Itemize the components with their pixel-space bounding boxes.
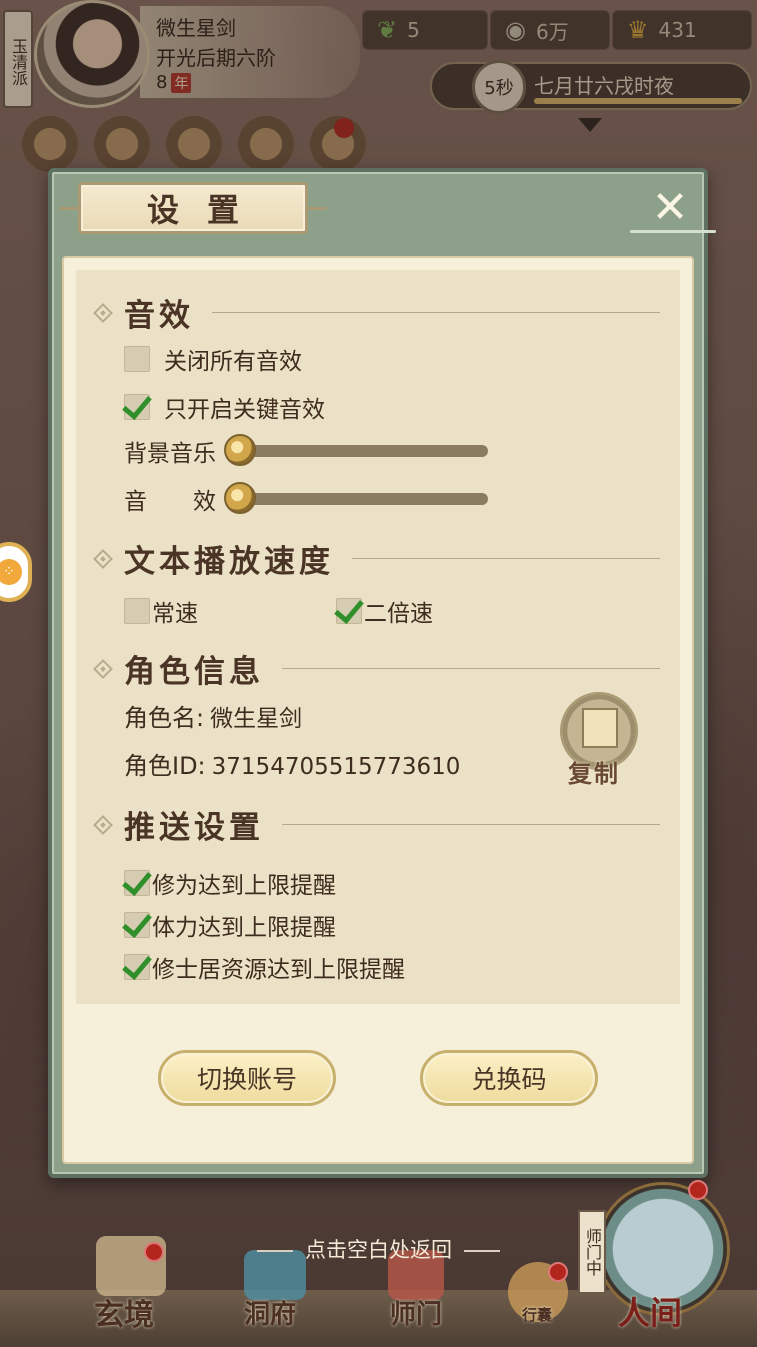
section-sound-header: 音效 bbox=[90, 290, 660, 335]
option-label: 体力达到上限提醒 bbox=[152, 915, 336, 941]
nav-xingnang[interactable]: 行囊 bbox=[522, 1304, 552, 1325]
option-label: 二倍速 bbox=[364, 601, 433, 627]
section-push-header: 推送设置 bbox=[90, 802, 660, 847]
redeem-code-button[interactable]: 兑换码 bbox=[420, 1050, 598, 1106]
close-decoration bbox=[630, 230, 716, 233]
close-button[interactable]: ✕ bbox=[644, 182, 696, 234]
hint-line-left bbox=[257, 1250, 293, 1252]
gamepad-icon: ⁘ bbox=[0, 559, 22, 585]
hint-text: 点击空白处返回 bbox=[305, 1238, 452, 1262]
close-icon: ✕ bbox=[651, 182, 689, 233]
slider-label: 背景音乐 bbox=[124, 441, 216, 467]
notification-dot bbox=[548, 1262, 568, 1282]
option-stamina-cap-reminder[interactable]: 体力达到上限提醒 bbox=[124, 908, 336, 942]
checkbox-checked[interactable] bbox=[124, 912, 150, 938]
sfx-slider[interactable] bbox=[224, 482, 488, 514]
copy-icon bbox=[582, 708, 618, 748]
section-title: 角色信息 bbox=[124, 654, 264, 690]
section-title: 音效 bbox=[124, 298, 194, 334]
section-title: 推送设置 bbox=[124, 810, 264, 846]
divider bbox=[282, 668, 660, 669]
section-role-info-header: 角色信息 bbox=[90, 646, 660, 691]
option-cultivation-cap-reminder[interactable]: 修为达到上限提醒 bbox=[124, 866, 336, 900]
checkbox[interactable] bbox=[124, 346, 150, 372]
role-name-value: 微生星剑 bbox=[210, 706, 303, 732]
checkbox-checked[interactable] bbox=[336, 598, 362, 624]
checkbox[interactable] bbox=[124, 598, 150, 624]
role-id-label: 角色ID: bbox=[124, 752, 206, 780]
section-text-speed-header: 文本播放速度 bbox=[90, 536, 660, 581]
option-label: 常速 bbox=[152, 601, 198, 627]
dialog-title: 设置 bbox=[146, 191, 267, 229]
slider-label: 音 效 bbox=[124, 489, 216, 515]
option-label: 关闭所有音效 bbox=[164, 349, 302, 375]
option-key-sounds-only[interactable]: 只开启关键音效 bbox=[124, 390, 325, 424]
floating-assistant-button[interactable]: ⁘ bbox=[0, 542, 32, 602]
role-name-label: 角色名: bbox=[124, 704, 205, 732]
nav-shimen[interactable]: 师门 bbox=[390, 1294, 442, 1331]
switch-account-button[interactable]: 切换账号 bbox=[158, 1050, 336, 1106]
option-double-speed[interactable]: 二倍速 bbox=[336, 594, 433, 628]
role-id-row: 角色ID: 37154705515773610 bbox=[124, 746, 460, 781]
option-normal-speed[interactable]: 常速 bbox=[124, 594, 198, 628]
nav-xuanjing[interactable]: 玄境 bbox=[94, 1290, 154, 1334]
section-title: 文本播放速度 bbox=[124, 544, 334, 580]
divider bbox=[212, 312, 660, 313]
diamond-icon bbox=[93, 302, 113, 323]
checkbox-checked[interactable] bbox=[124, 394, 150, 420]
role-id-value: 37154705515773610 bbox=[211, 754, 461, 780]
checkbox-checked[interactable] bbox=[124, 870, 150, 896]
option-mute-all[interactable]: 关闭所有音效 bbox=[124, 342, 302, 376]
divider bbox=[352, 558, 660, 559]
copy-label[interactable]: 复制 bbox=[568, 754, 620, 789]
hint-line-right bbox=[464, 1250, 500, 1252]
dialog-title-plate: 设置 bbox=[59, 182, 327, 234]
option-label: 只开启关键音效 bbox=[164, 397, 325, 423]
notification-dot bbox=[688, 1180, 708, 1200]
option-resource-cap-reminder[interactable]: 修士居资源达到上限提醒 bbox=[124, 950, 405, 984]
nav-dongfu[interactable]: 洞府 bbox=[244, 1294, 296, 1331]
diamond-icon bbox=[93, 814, 113, 835]
diamond-icon bbox=[93, 548, 113, 569]
role-name-row: 角色名: 微生星剑 bbox=[124, 698, 302, 733]
dismiss-hint: 点击空白处返回 bbox=[0, 1234, 757, 1264]
checkbox-checked[interactable] bbox=[124, 954, 150, 980]
option-label: 修为达到上限提醒 bbox=[152, 873, 336, 899]
slider-knob[interactable] bbox=[224, 482, 256, 514]
slider-knob[interactable] bbox=[224, 434, 256, 466]
sfx-slider-row: 音 效 bbox=[124, 482, 488, 516]
divider bbox=[282, 824, 660, 825]
nav-renjian[interactable]: 人间 bbox=[618, 1288, 682, 1334]
bgm-slider-row: 背景音乐 bbox=[124, 434, 488, 468]
bgm-slider[interactable] bbox=[224, 434, 488, 466]
diamond-icon bbox=[93, 658, 113, 679]
option-label: 修士居资源达到上限提醒 bbox=[152, 957, 405, 983]
